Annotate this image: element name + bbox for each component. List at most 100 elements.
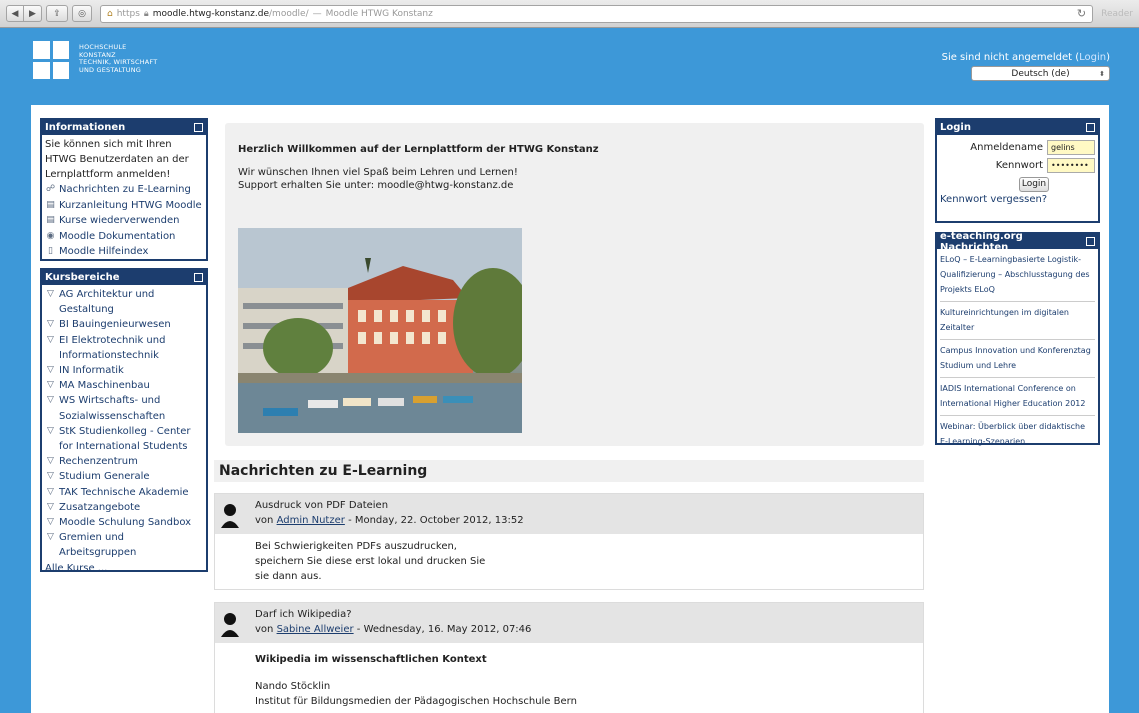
news-section-title: Nachrichten zu E-Learning	[214, 460, 924, 482]
category-link[interactable]: Moodle Schulung Sandbox	[59, 515, 191, 530]
course-category-icon: ▽	[47, 425, 54, 436]
category-link[interactable]: StK Studienkolleg - Center for Internati…	[59, 424, 203, 454]
post-body-line: Nando Stöcklin	[255, 681, 331, 692]
forum-post: Ausdruck von PDF Dateien von Admin Nutze…	[214, 493, 924, 590]
login-button[interactable]: Login	[1019, 177, 1049, 192]
book-icon: ▤	[46, 199, 55, 210]
category-link[interactable]: BI Bauingenieurwesen	[59, 317, 171, 332]
info-link[interactable]: Moodle Dokumentation	[59, 229, 175, 245]
moodle-icon: ◉	[46, 230, 55, 241]
block-header: Kursbereiche	[42, 270, 206, 285]
course-category-icon: ▽	[47, 486, 54, 497]
all-courses-link[interactable]: Alle Kurse ...	[45, 563, 107, 574]
course-category-icon: ▽	[47, 501, 54, 512]
post-author-link[interactable]: Sabine Allweier	[277, 624, 354, 635]
forum-post: Darf ich Wikipedia? von Sabine Allweier …	[214, 602, 924, 713]
post-body: Wikipedia im wissenschaftlichen Kontext …	[215, 643, 923, 713]
post-author-link[interactable]: Admin Nutzer	[277, 515, 345, 526]
language-value: Deutsch (de)	[1011, 68, 1070, 79]
post-byline: von Sabine Allweier - Wednesday, 16. May…	[255, 624, 531, 635]
rss-news-item[interactable]: Webinar: Überblick über didaktische E-Le…	[940, 416, 1095, 453]
category-link[interactable]: Rechenzentrum	[59, 454, 138, 469]
lock-icon: 🔒︎	[143, 8, 149, 19]
address-bar[interactable]: ⌂ https 🔒︎ moodle.htwg-konstanz.de/moodl…	[100, 4, 1094, 23]
campus-photo	[238, 228, 522, 433]
rss-news-item[interactable]: Campus Innovation und Konferenztag Studi…	[940, 340, 1095, 378]
logo-line: UND GESTALTUNG	[79, 65, 142, 74]
username-input[interactable]: gelins	[1047, 140, 1095, 155]
category-link[interactable]: Gremien und Arbeitsgruppen	[59, 530, 203, 560]
by-prefix: von	[255, 515, 274, 526]
url-separator: —	[312, 8, 322, 19]
info-link[interactable]: Kurzanleitung HTWG Moodle	[59, 198, 202, 214]
user-avatar-icon	[221, 613, 239, 637]
share-button[interactable]: ⇪	[46, 5, 68, 22]
category-link[interactable]: Zusatzangebote	[59, 500, 140, 515]
post-header: Darf ich Wikipedia? von Sabine Allweier …	[215, 603, 923, 643]
collapse-icon[interactable]	[194, 123, 203, 132]
reader-button[interactable]: Reader	[1101, 9, 1133, 19]
user-avatar-icon	[221, 504, 239, 528]
category-link[interactable]: Studium Generale	[59, 469, 150, 484]
page-title: Moodle HTWG Konstanz	[325, 8, 433, 19]
block-title: Informationen	[45, 122, 126, 133]
category-link[interactable]: IN Informatik	[59, 363, 124, 378]
campus-photo-image	[238, 228, 522, 433]
page-icon: ▯	[48, 246, 53, 256]
collapse-icon[interactable]	[194, 273, 203, 282]
category-link[interactable]: MA Maschinenbau	[59, 378, 150, 393]
header-login-link[interactable]: Login	[1079, 52, 1106, 63]
post-subject: Ausdruck von PDF Dateien	[255, 500, 389, 511]
welcome-support: Support erhalten Sie unter: moodle@htwg-…	[238, 180, 514, 191]
post-body: Bei Schwierigkeiten PDFs auszudrucken, s…	[215, 534, 923, 592]
page-content: Informationen Sie können sich mit Ihren …	[31, 105, 1109, 713]
logo-mark-icon	[33, 41, 69, 79]
informationen-intro: Sie können sich mit Ihren HTWG Benutzerd…	[45, 139, 189, 180]
course-category-icon: ▽	[47, 532, 54, 543]
password-input[interactable]: ••••••••	[1047, 158, 1095, 173]
info-link[interactable]: Kurse wiederverwenden	[59, 213, 179, 229]
post-body-line: sie dann aus.	[255, 571, 322, 582]
rss-news-item[interactable]: IADIS International Conference on Intern…	[940, 378, 1095, 416]
language-select[interactable]: Deutsch (de) ⬍	[971, 66, 1110, 81]
reload-icon[interactable]: ↻	[1077, 7, 1086, 20]
course-category-icon: ▽	[47, 456, 54, 467]
welcome-heading: Herzlich Willkommen auf der Lernplattfor…	[238, 144, 599, 155]
collapse-icon[interactable]	[1086, 237, 1095, 246]
url-host: moodle.htwg-konstanz.de	[152, 8, 270, 19]
rss-news-item[interactable]: Kultureinrichtungen im digitalen Zeitalt…	[940, 302, 1095, 340]
course-category-icon: ▽	[47, 380, 54, 391]
informationen-block: Informationen Sie können sich mit Ihren …	[40, 118, 208, 261]
info-link[interactable]: Moodle Hilfeindex	[59, 244, 148, 260]
post-body-line: speichern Sie diese erst lokal und druck…	[255, 556, 486, 567]
category-link[interactable]: TAK Technische Akademie	[59, 485, 189, 500]
htwg-logo[interactable]: HOCHSCHULE KONSTANZ TECHNIK, WIRTSCHAFT …	[33, 41, 157, 79]
course-category-icon: ▽	[47, 365, 54, 376]
collapse-icon[interactable]	[1086, 123, 1095, 132]
username-label: Anmeldename	[970, 142, 1043, 153]
home-icon: ⌂	[107, 8, 113, 19]
category-link[interactable]: WS Wirtschafts- und Sozialwissenschaften	[59, 393, 203, 423]
topsites-button[interactable]: ◎	[72, 5, 92, 22]
block-header: Informationen	[42, 120, 206, 135]
block-title: e-teaching.org Nachrichten	[940, 230, 1023, 253]
info-link[interactable]: Nachrichten zu E-Learning	[59, 182, 191, 198]
browser-toolbar: ◀ ▶ ⇪ ◎ ⌂ https 🔒︎ moodle.htwg-konstanz.…	[0, 0, 1139, 28]
back-button[interactable]: ◀	[6, 5, 24, 22]
category-link[interactable]: AG Architektur und Gestaltung	[59, 287, 203, 317]
rss-news-item[interactable]: ELoQ – E-Learningbasierte Logistik-Quali…	[940, 249, 1095, 302]
login-block: Login Anmeldename gelins Kennwort ••••••…	[935, 118, 1100, 223]
logo-text: HOCHSCHULE KONSTANZ TECHNIK, WIRTSCHAFT …	[79, 41, 157, 79]
url-protocol: https	[116, 8, 140, 19]
block-title: Kursbereiche	[45, 272, 120, 283]
eteaching-block: e-teaching.org Nachrichten ELoQ – E-Lear…	[935, 230, 1100, 446]
nav-buttons: ◀ ▶	[6, 5, 42, 22]
welcome-line: Wir wünschen Ihnen viel Spaß beim Lehren…	[238, 167, 518, 178]
forward-button[interactable]: ▶	[24, 5, 42, 22]
forgot-password-link[interactable]: Kennwort vergessen?	[940, 194, 1047, 205]
post-subject: Darf ich Wikipedia?	[255, 609, 352, 620]
url-path: /moodle/	[269, 8, 309, 19]
course-category-icon: ▽	[47, 319, 54, 330]
post-byline: von Admin Nutzer - Monday, 22. October 2…	[255, 515, 524, 526]
category-link[interactable]: EI Elektrotechnik und Informationstechni…	[59, 333, 203, 363]
